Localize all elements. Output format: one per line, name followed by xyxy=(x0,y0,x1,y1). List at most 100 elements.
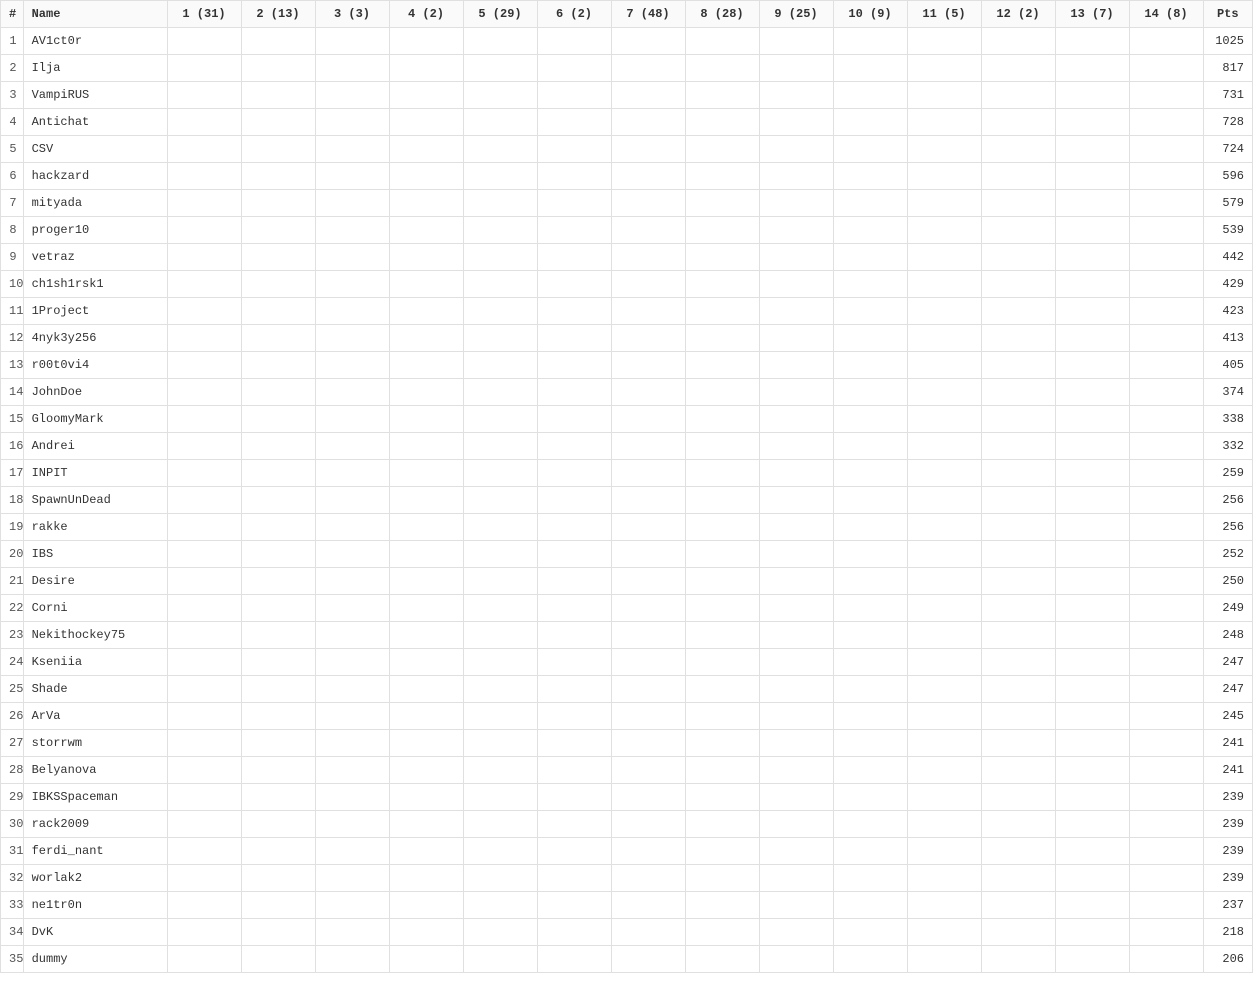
header-task-5[interactable]: 5 (29) xyxy=(463,1,537,28)
cell-task xyxy=(463,541,537,568)
cell-pts: 1025 xyxy=(1203,28,1252,55)
cell-name[interactable]: Kseniia xyxy=(23,649,167,676)
cell-task xyxy=(241,163,315,190)
cell-name[interactable]: DvK xyxy=(23,919,167,946)
cell-name[interactable]: vetraz xyxy=(23,244,167,271)
header-pts[interactable]: Pts xyxy=(1203,1,1252,28)
cell-task xyxy=(537,595,611,622)
cell-name[interactable]: ferdi_nant xyxy=(23,838,167,865)
cell-task xyxy=(1129,892,1203,919)
header-task-10[interactable]: 10 (9) xyxy=(833,1,907,28)
cell-task xyxy=(167,298,241,325)
cell-task xyxy=(611,271,685,298)
cell-task xyxy=(833,109,907,136)
cell-name[interactable]: mityada xyxy=(23,190,167,217)
header-task-11[interactable]: 11 (5) xyxy=(907,1,981,28)
cell-name[interactable]: r00t0vi4 xyxy=(23,352,167,379)
header-task-7[interactable]: 7 (48) xyxy=(611,1,685,28)
cell-rank: 9 xyxy=(1,244,24,271)
cell-name[interactable]: hackzard xyxy=(23,163,167,190)
header-task-12[interactable]: 12 (2) xyxy=(981,1,1055,28)
cell-task xyxy=(1129,595,1203,622)
cell-name[interactable]: IBKSSpaceman xyxy=(23,784,167,811)
cell-task xyxy=(315,325,389,352)
cell-name[interactable]: 4nyk3y256 xyxy=(23,325,167,352)
table-row: 28Belyanova241 xyxy=(1,757,1253,784)
header-task-2[interactable]: 2 (13) xyxy=(241,1,315,28)
cell-name[interactable]: ch1sh1rsk1 xyxy=(23,271,167,298)
cell-name[interactable]: rack2009 xyxy=(23,811,167,838)
cell-task xyxy=(389,244,463,271)
cell-name[interactable]: storrwm xyxy=(23,730,167,757)
cell-name[interactable]: rakke xyxy=(23,514,167,541)
cell-name[interactable]: Andrei xyxy=(23,433,167,460)
cell-name[interactable]: ArVa xyxy=(23,703,167,730)
cell-name[interactable]: dummy xyxy=(23,946,167,973)
header-task-3[interactable]: 3 (3) xyxy=(315,1,389,28)
cell-name[interactable]: INPIT xyxy=(23,460,167,487)
cell-name[interactable]: ne1tr0n xyxy=(23,892,167,919)
cell-name[interactable]: Corni xyxy=(23,595,167,622)
cell-task xyxy=(241,136,315,163)
cell-task xyxy=(1055,406,1129,433)
cell-task xyxy=(315,892,389,919)
cell-name[interactable]: AV1ct0r xyxy=(23,28,167,55)
cell-task xyxy=(315,271,389,298)
cell-name[interactable]: 1Project xyxy=(23,298,167,325)
header-rank[interactable]: # xyxy=(1,1,24,28)
cell-pts: 239 xyxy=(1203,784,1252,811)
cell-task xyxy=(981,865,1055,892)
cell-task xyxy=(1129,919,1203,946)
header-task-13[interactable]: 13 (7) xyxy=(1055,1,1129,28)
cell-task xyxy=(463,217,537,244)
table-row: 13r00t0vi4405 xyxy=(1,352,1253,379)
cell-task xyxy=(389,730,463,757)
cell-rank: 14 xyxy=(1,379,24,406)
header-task-8[interactable]: 8 (28) xyxy=(685,1,759,28)
header-row: # Name 1 (31) 2 (13) 3 (3) 4 (2) 5 (29) … xyxy=(1,1,1253,28)
cell-task xyxy=(389,487,463,514)
cell-name[interactable]: worlak2 xyxy=(23,865,167,892)
cell-task xyxy=(1129,298,1203,325)
cell-task xyxy=(759,460,833,487)
header-task-1[interactable]: 1 (31) xyxy=(167,1,241,28)
cell-task xyxy=(463,244,537,271)
cell-name[interactable]: IBS xyxy=(23,541,167,568)
cell-name[interactable]: JohnDoe xyxy=(23,379,167,406)
header-task-9[interactable]: 9 (25) xyxy=(759,1,833,28)
cell-task xyxy=(1055,379,1129,406)
cell-task xyxy=(759,757,833,784)
cell-name[interactable]: Ilja xyxy=(23,55,167,82)
cell-name[interactable]: CSV xyxy=(23,136,167,163)
cell-name[interactable]: GloomyMark xyxy=(23,406,167,433)
cell-task xyxy=(907,460,981,487)
cell-task xyxy=(167,460,241,487)
cell-task xyxy=(315,136,389,163)
cell-task xyxy=(167,649,241,676)
cell-name[interactable]: Shade xyxy=(23,676,167,703)
table-row: 30rack2009239 xyxy=(1,811,1253,838)
cell-name[interactable]: proger10 xyxy=(23,217,167,244)
cell-rank: 8 xyxy=(1,217,24,244)
cell-rank: 1 xyxy=(1,28,24,55)
cell-name[interactable]: SpawnUnDead xyxy=(23,487,167,514)
cell-task xyxy=(759,838,833,865)
cell-task xyxy=(241,109,315,136)
cell-name[interactable]: Desire xyxy=(23,568,167,595)
header-task-6[interactable]: 6 (2) xyxy=(537,1,611,28)
cell-task xyxy=(463,568,537,595)
cell-name[interactable]: VampiRUS xyxy=(23,82,167,109)
cell-task xyxy=(759,433,833,460)
cell-task xyxy=(389,109,463,136)
cell-task xyxy=(537,946,611,973)
header-task-4[interactable]: 4 (2) xyxy=(389,1,463,28)
cell-name[interactable]: Antichat xyxy=(23,109,167,136)
header-task-14[interactable]: 14 (8) xyxy=(1129,1,1203,28)
cell-task xyxy=(981,82,1055,109)
cell-task xyxy=(833,514,907,541)
cell-task xyxy=(907,838,981,865)
header-name[interactable]: Name xyxy=(23,1,167,28)
cell-name[interactable]: Belyanova xyxy=(23,757,167,784)
cell-name[interactable]: Nekithockey75 xyxy=(23,622,167,649)
cell-task xyxy=(907,622,981,649)
